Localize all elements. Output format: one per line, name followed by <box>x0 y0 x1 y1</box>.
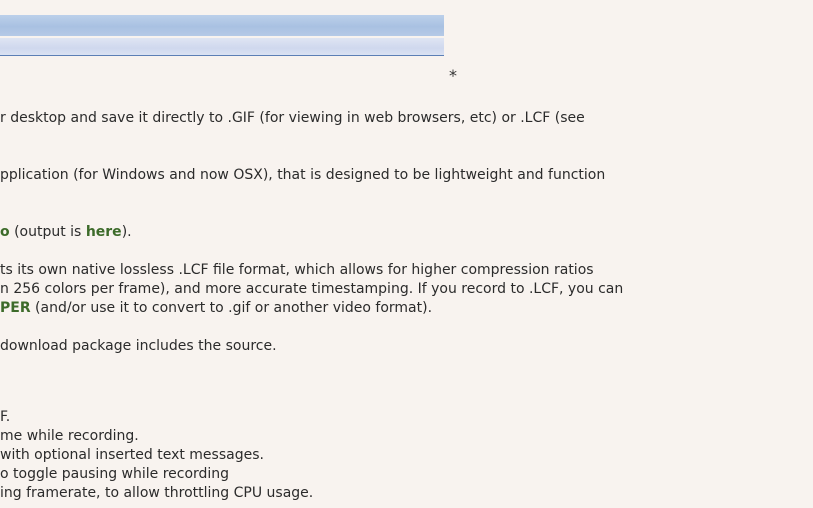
feature-item: F. <box>0 409 11 425</box>
feature-item: me while recording. <box>0 428 139 444</box>
intro-line-2: pplication (for Windows and now OSX), th… <box>0 167 606 183</box>
feature-item: with optional inserted text messages. <box>0 447 264 463</box>
lcf-line-2: n 256 colors per frame), and more accura… <box>0 281 624 297</box>
lcf-line-3: PER (and/or use it to convert to .gif or… <box>0 299 432 317</box>
asterisk-marker: * <box>449 66 457 85</box>
lcf-line-1: ts its own native lossless .LCF file for… <box>0 262 594 278</box>
feature-item: ing framerate, to allow throttling CPU u… <box>0 485 314 501</box>
demo-text-after: ). <box>121 224 132 240</box>
player-link[interactable]: PER <box>0 300 31 316</box>
here-link[interactable]: here <box>86 224 122 240</box>
feature-item: o toggle pausing while recording <box>0 466 230 482</box>
demo-text-before: (output is <box>9 224 86 240</box>
intro-line-1: r desktop and save it directly to .GIF (… <box>0 110 585 126</box>
header-band-top <box>0 15 444 36</box>
header-rule <box>0 55 444 56</box>
source-line: download package includes the source. <box>0 338 277 354</box>
header-band-bottom <box>0 38 444 55</box>
demo-link[interactable]: o <box>0 224 10 240</box>
lcf-line-3-rest: (and/or use it to convert to .gif or ano… <box>30 300 433 316</box>
demo-line: o (output is here). <box>0 223 132 241</box>
page-header-banner <box>0 15 444 56</box>
